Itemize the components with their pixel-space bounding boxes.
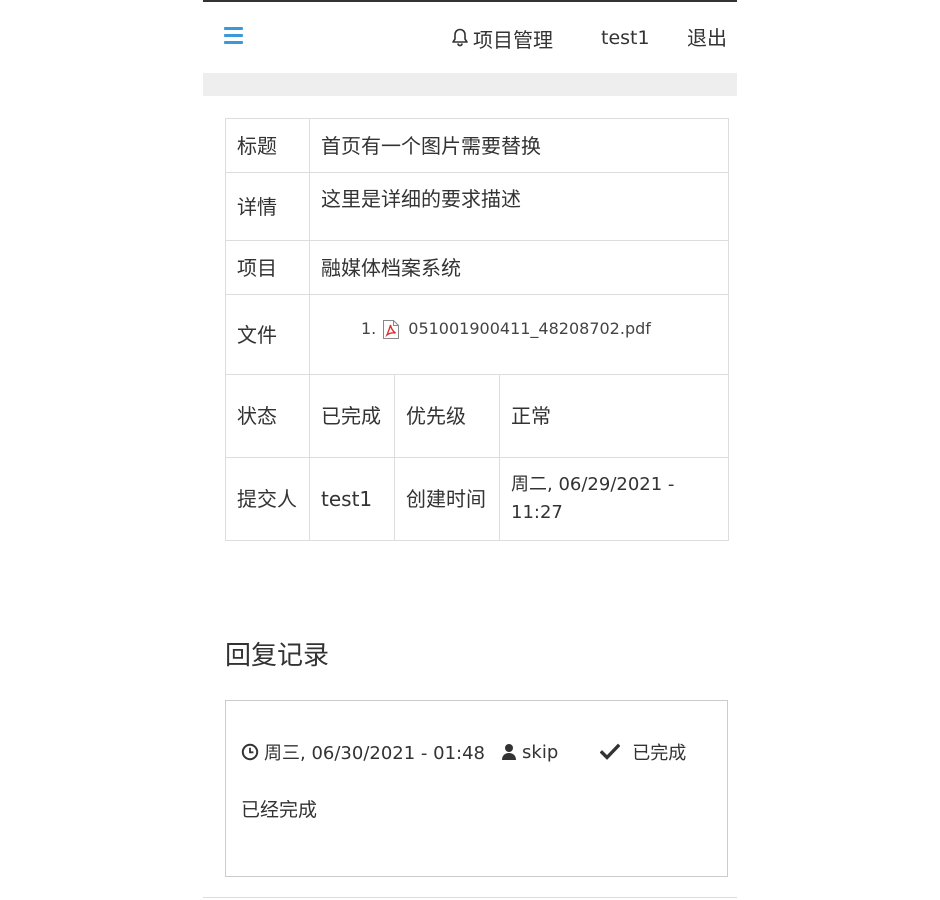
reply-time-text: 周三, 06/30/2021 - 01:48 <box>264 743 486 764</box>
bell-icon <box>452 28 468 47</box>
status-value: 已完成 <box>309 374 395 458</box>
submitter-label: 提交人 <box>225 457 310 541</box>
reply-meta: 周三, 06/30/2021 - 01:48 skip 已完成 <box>241 739 686 765</box>
reply-time: 周三, 06/30/2021 - 01:48 <box>241 739 485 765</box>
nav-project-label: 项目管理 <box>473 27 553 52</box>
title-label: 标题 <box>225 118 310 173</box>
navbar: 项目管理 test1 退出 <box>203 2 737 73</box>
app-frame: 项目管理 test1 退出 标题 首页有一个图片需要替换 详情 这里是详细的要求… <box>203 0 737 900</box>
user-icon <box>502 744 517 760</box>
created-value: 周二, 06/29/2021 - 11:27 <box>499 457 729 541</box>
row-status: 状态 已完成 优先级 正常 <box>225 374 729 458</box>
project-label: 项目 <box>225 240 310 295</box>
title-value: 首页有一个图片需要替换 <box>309 118 729 173</box>
created-label: 创建时间 <box>394 457 500 541</box>
reply-card: 周三, 06/30/2021 - 01:48 skip 已完成 已经完成 <box>225 700 728 877</box>
file-item: 1. 051001900411_48208702.pdf <box>321 315 717 343</box>
file-index: 1. <box>361 319 377 338</box>
replies-heading: 回复记录 <box>225 641 330 671</box>
row-submitter: 提交人 test1 创建时间 周二, 06/29/2021 - 11:27 <box>225 457 729 541</box>
header-separator-band <box>203 73 737 96</box>
reply-user: skip <box>501 742 558 763</box>
row-title: 标题 首页有一个图片需要替换 <box>225 118 729 173</box>
priority-value: 正常 <box>499 374 729 458</box>
files-cell: 1. 051001900411_48208702.pdf <box>309 294 729 375</box>
reply-body: 已经完成 <box>241 799 318 821</box>
hamburger-icon <box>224 27 243 30</box>
nav-user-link[interactable]: test1 <box>601 24 650 52</box>
file-link[interactable]: 051001900411_48208702.pdf <box>408 315 651 343</box>
priority-label: 优先级 <box>394 374 500 458</box>
ticket-detail-table: 标题 首页有一个图片需要替换 详情 这里是详细的要求描述 项目 融媒体档案系统 … <box>225 118 729 541</box>
logout-link[interactable]: 退出 <box>687 24 727 52</box>
row-detail: 详情 这里是详细的要求描述 <box>225 172 729 241</box>
reply-user-name[interactable]: skip <box>522 742 558 763</box>
nav-project-management-link[interactable]: 项目管理 <box>451 24 553 52</box>
pdf-file-icon <box>383 319 400 339</box>
row-project: 项目 融媒体档案系统 <box>225 240 729 295</box>
detail-value: 这里是详细的要求描述 <box>309 172 729 241</box>
status-label: 状态 <box>225 374 310 458</box>
project-value: 融媒体档案系统 <box>309 240 729 295</box>
menu-toggle-button[interactable] <box>224 27 244 45</box>
check-icon <box>600 743 621 760</box>
clock-icon <box>241 743 259 761</box>
detail-label: 详情 <box>225 172 310 241</box>
files-label: 文件 <box>225 294 310 375</box>
row-files: 文件 1. 051001900411_48208702.pdf <box>225 294 729 375</box>
bottom-divider <box>203 897 737 898</box>
submitter-value: test1 <box>309 457 395 541</box>
reply-status: 已完成 <box>600 739 686 765</box>
reply-status-text: 已完成 <box>632 743 687 764</box>
